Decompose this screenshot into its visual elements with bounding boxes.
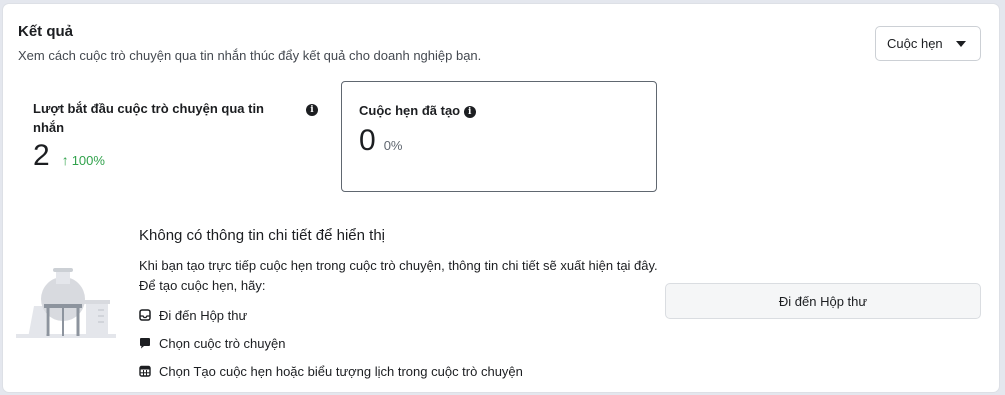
step-item: Chọn Tạo cuộc hẹn hoặc biểu tượng lịch t… (139, 357, 523, 385)
metric-value: 2 (33, 139, 50, 172)
section-title: Kết quả (18, 23, 74, 40)
metric-appointments-created[interactable]: Cuộc hẹn đã tạo i 0 0% (341, 81, 657, 192)
calendar-icon (139, 365, 151, 377)
chat-bubble-icon (140, 338, 150, 349)
metric-value: 0 (359, 124, 376, 157)
step-label: Đi đến Hộp thư (159, 307, 248, 323)
step-item: Đi đến Hộp thư (139, 301, 523, 329)
go-to-inbox-button[interactable]: Đi đến Hộp thư (665, 283, 981, 319)
empty-state-description: Khi bạn tạo trực tiếp cuộc hẹn trong cuộ… (139, 258, 658, 293)
empty-state-title: Không có thông tin chi tiết để hiển thị (139, 227, 386, 244)
results-card: Kết quả Xem cách cuộc trò chuyện qua tin… (3, 4, 999, 392)
caret-down-icon (956, 41, 966, 47)
result-type-dropdown[interactable]: Cuộc hẹn (875, 26, 981, 61)
dropdown-label: Cuộc hẹn (887, 36, 943, 51)
info-icon[interactable]: i (306, 104, 318, 116)
metric-change-value: 100% (71, 153, 105, 168)
step-item: Chọn cuộc trò chuyện (139, 329, 523, 357)
metric-conversations-started[interactable]: Lượt bắt đầu cuộc trò chuyện qua tin nhắ… (33, 99, 333, 173)
metric-change-value: 0% (383, 138, 403, 153)
step-label: Chọn Tạo cuộc hẹn hoặc biểu tượng lịch t… (159, 363, 523, 379)
metric-label: Cuộc hẹn đã tạo (359, 103, 461, 118)
inbox-icon (139, 309, 151, 321)
steps-list: Đi đến Hộp thư Chọn cuộc trò chuyện Chọn… (139, 301, 523, 385)
section-subtitle: Xem cách cuộc trò chuyện qua tin nhắn th… (18, 48, 482, 63)
metric-label: Lượt bắt đầu cuộc trò chuyện qua tin nhắ… (33, 101, 264, 135)
info-icon[interactable]: i (463, 105, 476, 118)
metric-change: ↑ 100% (62, 152, 105, 168)
lab-flasks-illustration (16, 268, 116, 338)
step-label: Chọn cuộc trò chuyện (159, 335, 286, 351)
arrow-up-icon: ↑ (61, 152, 69, 168)
